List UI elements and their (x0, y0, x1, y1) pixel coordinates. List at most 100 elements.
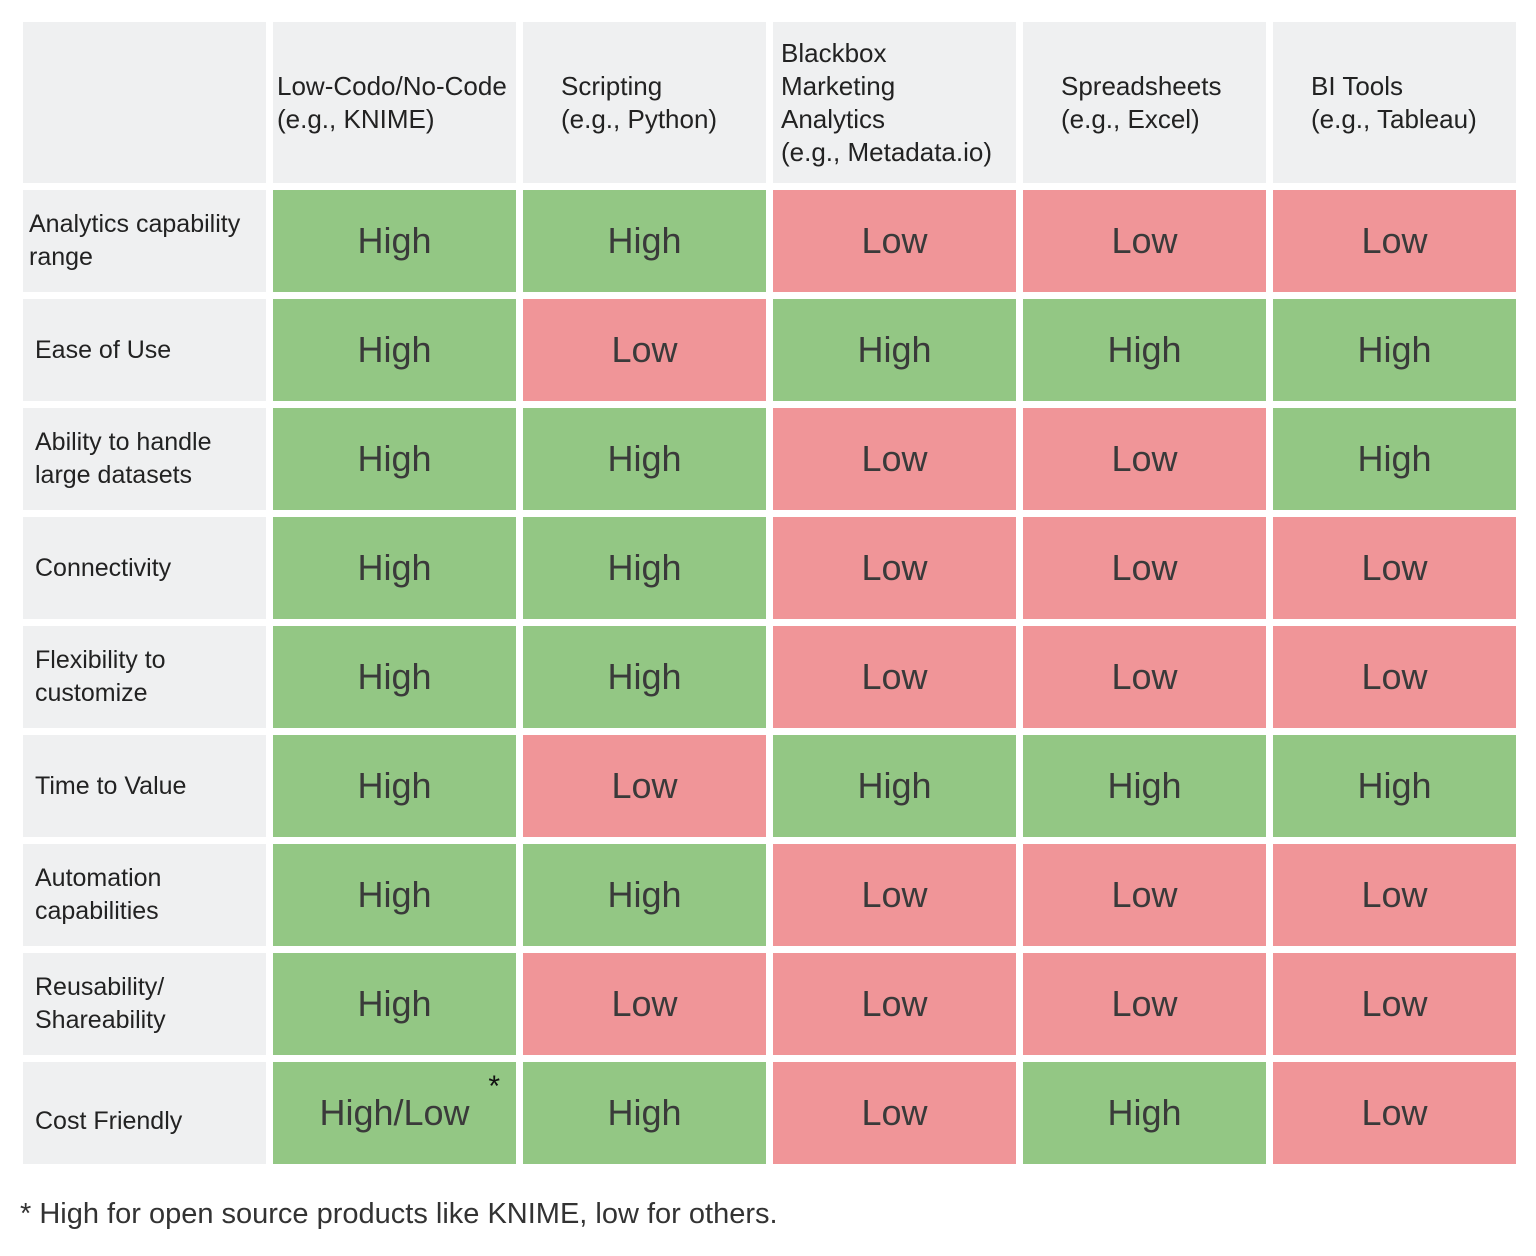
rating-cell: High (273, 299, 516, 401)
rating-text: High (607, 874, 682, 915)
rating-text: Low (1361, 656, 1428, 697)
comparison-table: Low-Codo/No-Code (e.g., KNIME) Scripting … (23, 22, 1516, 1164)
row-label: Ease of Use (23, 299, 266, 401)
rating-text: Low (1361, 983, 1428, 1024)
rating-text: High/Low (319, 1092, 470, 1133)
rating-cell: High (273, 953, 516, 1055)
rating-text: Low (611, 329, 678, 370)
rating-cell: Low (773, 953, 1016, 1055)
rating-text: High (357, 329, 432, 370)
rating-text: High (357, 547, 432, 588)
rating-cell: Low (1023, 517, 1266, 619)
rating-text: Low (1361, 874, 1428, 915)
row-label: Automation capabilities (23, 844, 266, 946)
rating-text: Low (861, 983, 928, 1024)
rating-cell: Low (1023, 626, 1266, 728)
rating-cell: High (273, 844, 516, 946)
rating-cell: Low (523, 953, 766, 1055)
rating-cell: High (523, 626, 766, 728)
rating-text: Low (861, 1092, 928, 1133)
rating-text: Low (861, 547, 928, 588)
rating-cell: High/Low * (273, 1062, 516, 1164)
rating-text: Low (1361, 1092, 1428, 1133)
rating-cell: Low (773, 1062, 1016, 1164)
rating-cell: Low (523, 299, 766, 401)
row-label: Connectivity (23, 517, 266, 619)
rating-text: High (357, 656, 432, 697)
rating-cell: Low (773, 408, 1016, 510)
rating-cell: High (273, 190, 516, 292)
rating-text: High (357, 874, 432, 915)
rating-text: High (1107, 329, 1182, 370)
rating-text: High (607, 220, 682, 261)
header-corner (23, 22, 266, 183)
rating-cell: High (1023, 1062, 1266, 1164)
rating-text: Low (861, 656, 928, 697)
rating-text: Low (1111, 547, 1178, 588)
rating-text: Low (861, 220, 928, 261)
row-label: Analytics capability range (23, 190, 266, 292)
column-header: BI Tools (e.g., Tableau) (1273, 22, 1516, 183)
rating-text: High (607, 656, 682, 697)
rating-cell: High (1273, 408, 1516, 510)
rating-text: Low (1111, 438, 1178, 479)
rating-text: Low (1111, 220, 1178, 261)
rating-cell: High (523, 517, 766, 619)
rating-text: Low (1111, 983, 1178, 1024)
rating-text: High (1107, 765, 1182, 806)
rating-text: High (857, 765, 932, 806)
rating-text: Low (611, 983, 678, 1024)
rating-cell: High (1273, 299, 1516, 401)
rating-text: High (357, 438, 432, 479)
rating-cell: High (773, 735, 1016, 837)
rating-cell: High (523, 408, 766, 510)
rating-text: Low (611, 765, 678, 806)
rating-text: High (357, 983, 432, 1024)
footnote: * High for open source products like KNI… (20, 1198, 778, 1230)
rating-cell: High (523, 844, 766, 946)
rating-cell: Low (773, 844, 1016, 946)
rating-cell: Low (1273, 517, 1516, 619)
rating-cell: High (273, 626, 516, 728)
rating-cell: High (1273, 735, 1516, 837)
rating-cell: Low (1023, 844, 1266, 946)
rating-cell: Low (1023, 190, 1266, 292)
rating-cell: Low (1023, 953, 1266, 1055)
rating-cell: Low (523, 735, 766, 837)
rating-cell: Low (773, 626, 1016, 728)
rating-text: High (1357, 438, 1432, 479)
rating-text: High (857, 329, 932, 370)
rating-cell: High (1023, 735, 1266, 837)
rating-cell: Low (1273, 844, 1516, 946)
column-header: Blackbox Marketing Analytics (e.g., Meta… (773, 22, 1016, 183)
rating-cell: Low (1273, 190, 1516, 292)
rating-cell: Low (1273, 953, 1516, 1055)
rating-text: Low (1361, 547, 1428, 588)
footnote-marker: * (488, 1070, 500, 1103)
row-label: Time to Value (23, 735, 266, 837)
rating-cell: High (273, 517, 516, 619)
rating-text: High (357, 220, 432, 261)
row-label: Cost Friendly (23, 1062, 266, 1164)
column-header: Low-Codo/No-Code (e.g., KNIME) (273, 22, 516, 183)
rating-text: High (1357, 765, 1432, 806)
column-header: Spreadsheets (e.g., Excel) (1023, 22, 1266, 183)
column-header: Scripting (e.g., Python) (523, 22, 766, 183)
rating-text: Low (1111, 656, 1178, 697)
rating-text: High (607, 1092, 682, 1133)
rating-cell: High (523, 1062, 766, 1164)
row-label: Reusability/ Shareability (23, 953, 266, 1055)
rating-cell: High (273, 735, 516, 837)
rating-cell: Low (1023, 408, 1266, 510)
rating-text: High (1107, 1092, 1182, 1133)
rating-cell: Low (773, 517, 1016, 619)
rating-cell: High (1023, 299, 1266, 401)
rating-text: Low (1361, 220, 1428, 261)
rating-text: High (607, 438, 682, 479)
rating-cell: High (773, 299, 1016, 401)
rating-text: Low (1111, 874, 1178, 915)
rating-text: High (357, 765, 432, 806)
row-label: Ability to handle large datasets (23, 408, 266, 510)
rating-cell: Low (1273, 626, 1516, 728)
rating-cell: Low (773, 190, 1016, 292)
